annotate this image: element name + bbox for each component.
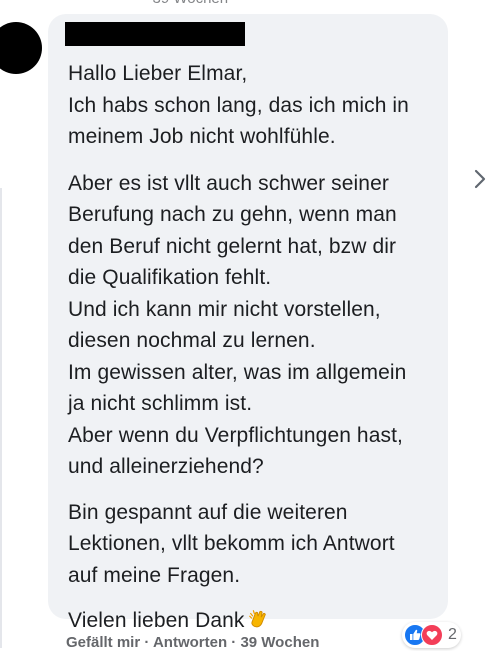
text-line: Vielen lieben Dank: [68, 605, 448, 637]
text-line: Hallo Lieber Elmar,: [68, 62, 248, 85]
text-line: Im gewissen alter, was im allgemein: [68, 360, 407, 384]
text-line: Lektionen, vllt bekomm ich Antwort: [68, 532, 395, 555]
text-line: auf meine Fragen.: [68, 563, 241, 587]
text-line: ja nicht schlimm ist.: [68, 392, 253, 415]
text-line: Berufung nach zu gehn, wenn man: [68, 203, 397, 226]
thanks-text: Vielen lieben Dank: [68, 609, 245, 632]
clapping-hands-icon: [248, 610, 266, 628]
previous-timestamp-cutoff: – 39 Wochen: [140, 0, 228, 7]
text-line: und alleinerziehend?: [68, 455, 264, 478]
comment-text: Hallo Lieber Elmar, Ich habs schon lang,…: [68, 58, 448, 637]
chevron-right-icon[interactable]: [470, 164, 490, 194]
avatar[interactable]: [0, 22, 42, 74]
love-reaction-icon: [421, 624, 443, 646]
replies-link-cutoff[interactable]: Gefällt mir · Antworten · 39 Wochen: [66, 634, 319, 651]
reaction-count: 2: [448, 626, 457, 643]
paragraph-anticipation: Bin gespannt auf die weiteren Lektionen,…: [68, 497, 448, 592]
paragraph-concerns: Aber es ist vllt auch schwer seiner Beru…: [68, 168, 448, 483]
text-line: Ich habs schon lang, das ich mich in: [68, 93, 409, 117]
thread-divider: [0, 188, 2, 648]
text-line: die Qualifikation fehlt.: [68, 266, 272, 289]
reaction-summary[interactable]: 2: [402, 622, 461, 648]
text-line: Bin gespannt auf die weiteren: [68, 500, 348, 524]
text-line: Aber wenn du Verpflichtungen hast,: [68, 423, 403, 447]
paragraph-greeting: Hallo Lieber Elmar, Ich habs schon lang,…: [68, 58, 448, 153]
text-line: meinem Job nicht wohlfühle.: [68, 125, 336, 148]
paragraph-thanks: Vielen lieben Dank: [68, 605, 448, 637]
text-line: diesen nochmal zu lernen.: [68, 329, 316, 352]
author-name-redacted[interactable]: [65, 22, 245, 46]
text-line: den Beruf nicht gelernt hat, bzw dir: [68, 234, 397, 258]
text-line: Und ich kann mir nicht vorstellen,: [68, 297, 381, 321]
text-line: Aber es ist vllt auch schwer seiner: [68, 171, 389, 195]
